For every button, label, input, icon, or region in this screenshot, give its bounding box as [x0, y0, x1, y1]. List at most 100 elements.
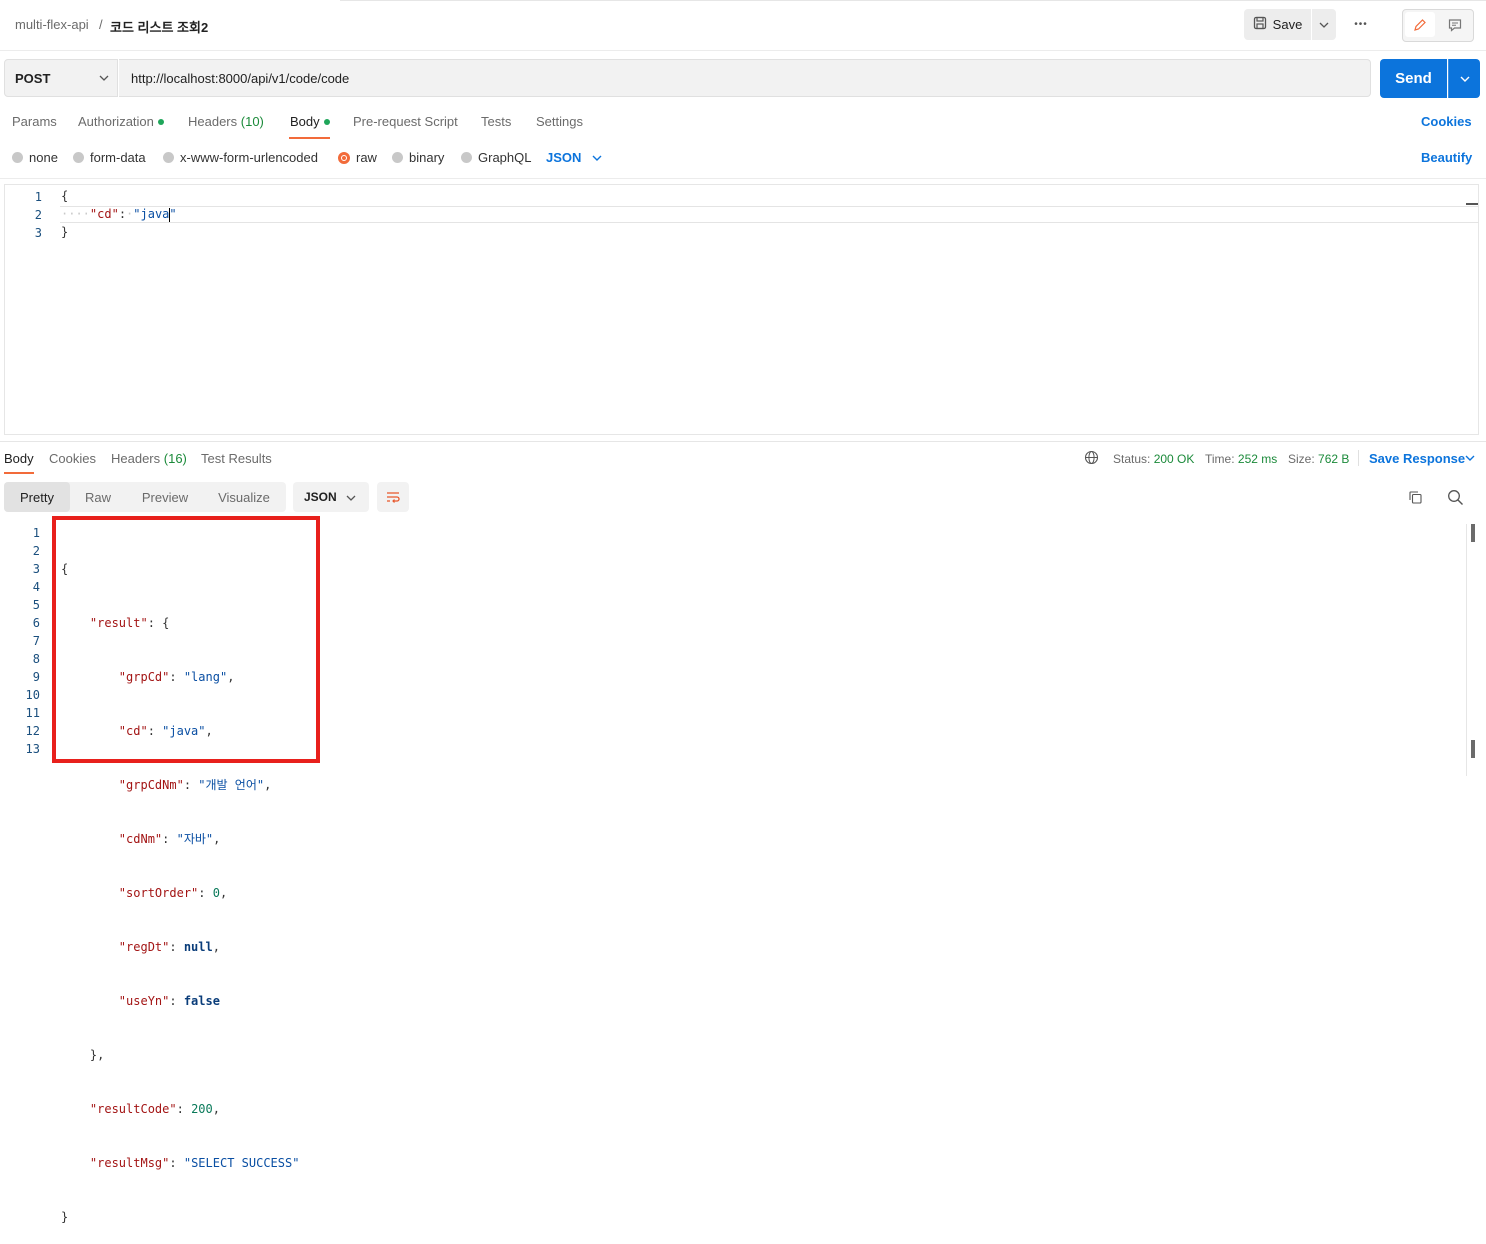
tab-settings[interactable]: Settings	[536, 114, 583, 129]
radio-binary-label: binary	[409, 150, 445, 165]
code-line: "grpCdNm": "개발 언어",	[118, 778, 272, 792]
code-line: "regDt": null,	[118, 940, 220, 954]
search-icon[interactable]	[1447, 489, 1464, 506]
body-format-select[interactable]: JSON	[546, 150, 581, 165]
copy-icon[interactable]	[1408, 490, 1423, 505]
chevron-down-icon	[346, 495, 356, 501]
code-line: "resultMsg": "SELECT SUCCESS"	[89, 1156, 300, 1170]
line-number: 1	[34, 190, 42, 204]
cookies-link[interactable]: Cookies	[1421, 114, 1472, 129]
time-readout[interactable]: Time: 252 ms	[1205, 452, 1277, 466]
edit-mode-button[interactable]	[1405, 12, 1435, 37]
view-visualize-button[interactable]: Visualize	[206, 482, 282, 512]
tab-params[interactable]: Params	[12, 114, 57, 129]
line-number: 4	[32, 580, 40, 594]
radio-form-data[interactable]: form-data	[73, 150, 146, 165]
save-label: Save	[1272, 17, 1303, 32]
more-options-button[interactable]: •••	[1350, 13, 1372, 35]
time-value: 252 ms	[1237, 452, 1278, 466]
save-options-button[interactable]	[1312, 9, 1336, 40]
json-value: false	[183, 994, 220, 1008]
whitespace: ····	[61, 207, 90, 221]
json-colon: :	[118, 207, 127, 221]
json-key: "resultMsg"	[89, 1156, 170, 1170]
json-key: "useYn"	[118, 994, 170, 1008]
tab-authorization[interactable]: Authorization	[78, 114, 164, 129]
json-key: "cd"	[89, 207, 119, 221]
radio-circle-selected	[338, 151, 350, 164]
view-raw-button[interactable]: Raw	[74, 482, 122, 512]
chevron-down-icon	[1465, 455, 1475, 461]
response-tab-cookies[interactable]: Cookies	[49, 451, 96, 466]
beautify-button[interactable]: Beautify	[1421, 150, 1472, 165]
json-key: "regDt"	[118, 940, 170, 954]
divider	[340, 0, 1486, 1]
send-options-button[interactable]	[1448, 59, 1480, 98]
radio-graphql[interactable]: GraphQL	[461, 150, 531, 165]
response-tab-headers-label: Headers	[111, 451, 161, 466]
radio-none-label: none	[29, 150, 58, 165]
scrollbar[interactable]	[1466, 524, 1478, 776]
code-line: }	[61, 1208, 299, 1226]
tab-body[interactable]: Body	[290, 114, 330, 129]
tab-tests[interactable]: Tests	[481, 114, 511, 129]
scroll-marker	[1471, 524, 1475, 542]
json-value: 0	[212, 886, 220, 900]
json-value: "자바"	[176, 832, 214, 846]
save-button[interactable]: Save	[1244, 9, 1311, 40]
comment-icon	[1448, 18, 1462, 32]
breadcrumb-collection[interactable]: multi-flex-api	[15, 17, 89, 32]
json-value: null	[183, 940, 213, 954]
radio-urlencoded[interactable]: x-www-form-urlencoded	[163, 150, 318, 165]
status-value: 200 OK	[1153, 452, 1195, 466]
text-cursor	[169, 208, 170, 222]
send-button[interactable]: Send	[1380, 59, 1447, 98]
radio-form-data-label: form-data	[90, 150, 146, 165]
comments-button[interactable]	[1440, 12, 1470, 37]
divider	[0, 441, 1486, 442]
save-response-button[interactable]: Save Response	[1369, 451, 1465, 466]
tab-prerequest-script[interactable]: Pre-request Script	[353, 114, 458, 129]
response-format-select[interactable]: JSON	[293, 482, 369, 512]
response-tab-body[interactable]: Body	[4, 451, 34, 466]
status-dot	[323, 118, 330, 125]
size-value: 762 B	[1318, 452, 1350, 466]
response-tab-test-results[interactable]: Test Results	[201, 451, 272, 466]
chevron-down-icon	[592, 155, 602, 161]
active-tab-indicator	[4, 472, 34, 474]
status-readout[interactable]: Status: 200 OK	[1113, 452, 1194, 466]
view-preview-button[interactable]: Preview	[130, 482, 200, 512]
response-tab-headers[interactable]: Headers (16)	[111, 451, 187, 466]
radio-raw[interactable]: raw	[338, 150, 377, 165]
code-line: "sortOrder": 0,	[118, 886, 228, 900]
json-value: "java"	[133, 207, 177, 221]
code-line: "resultCode": 200,	[89, 1102, 220, 1116]
json-key: "sortOrder"	[118, 886, 199, 900]
chevron-down-icon	[1319, 22, 1329, 28]
json-brace: }	[61, 1210, 69, 1224]
line-number: 10	[25, 688, 40, 702]
size-readout[interactable]: Size: 762 B	[1288, 452, 1349, 466]
url-text: http://localhost:8000/api/v1/code/code	[131, 71, 350, 86]
wrap-lines-button[interactable]	[377, 482, 409, 512]
json-key: "grpCdNm"	[118, 778, 184, 792]
headers-count: (16)	[163, 451, 187, 466]
json-key: "resultCode"	[89, 1102, 177, 1116]
time-label: Time:	[1205, 452, 1235, 466]
radio-circle	[163, 152, 174, 163]
pencil-icon	[1414, 18, 1426, 31]
radio-urlencoded-label: x-www-form-urlencoded	[180, 150, 318, 165]
radio-circle	[12, 152, 23, 163]
line-number: 6	[32, 616, 40, 630]
more-icon: •••	[1354, 18, 1368, 30]
code-line: ····"cd":·"java"	[61, 207, 177, 221]
globe-icon[interactable]	[1084, 450, 1099, 465]
line-number: 5	[32, 598, 40, 612]
tab-headers[interactable]: Headers (10)	[188, 114, 264, 129]
radio-none[interactable]: none	[12, 150, 58, 165]
status-label: Status:	[1113, 452, 1151, 466]
radio-binary[interactable]: binary	[392, 150, 444, 165]
response-line-numbers: 1 2 3 4 5 6 7 8 9 10 11 12 13	[10, 524, 40, 758]
request-name[interactable]: 코드 리스트 조회2	[110, 17, 208, 36]
view-pretty-button[interactable]: Pretty	[4, 482, 70, 512]
